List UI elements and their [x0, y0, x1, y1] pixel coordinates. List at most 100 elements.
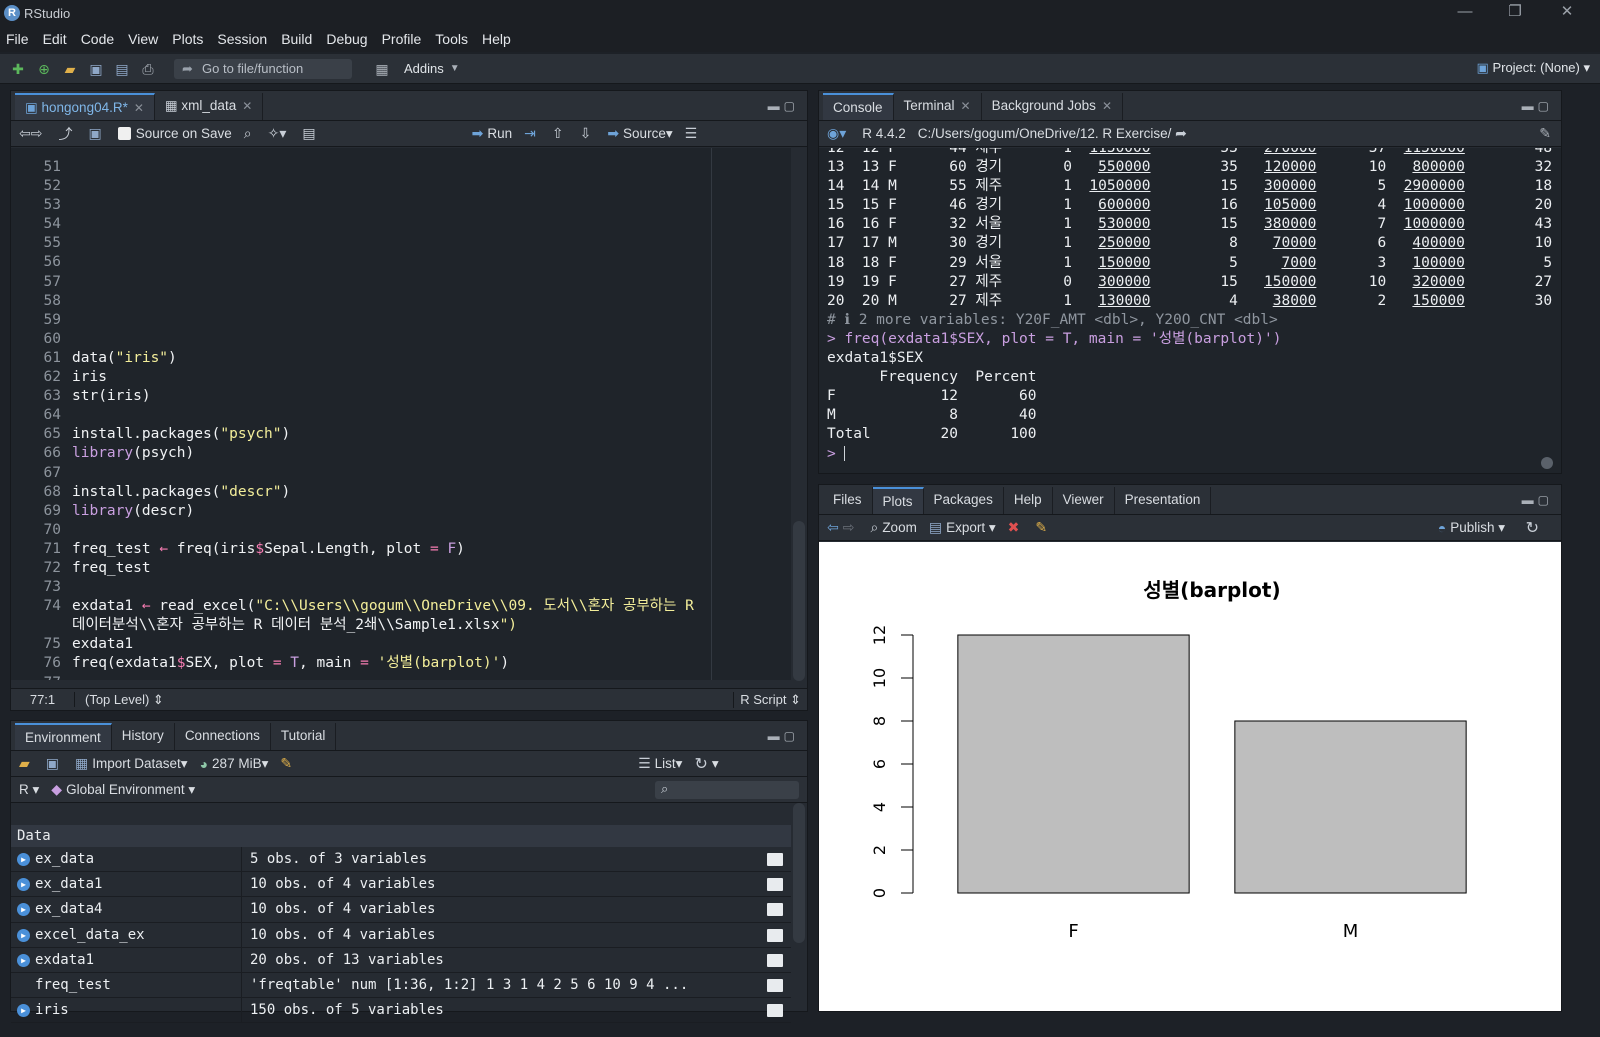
code-line[interactable]: exdata1 ← read_excel("C:\\Users\\gogum\\… — [72, 597, 694, 616]
refresh-icon[interactable]: ↻ ▾ — [694, 754, 718, 774]
tab-xml-data[interactable]: ▦ xml_data ✕ — [155, 93, 264, 120]
code-line[interactable]: 데이터분석\\혼자 공부하는 R 데이터 분석_2쇄\\Sample1.xlsx… — [72, 616, 694, 635]
save-icon[interactable]: ▣ — [86, 60, 106, 78]
tab-files[interactable]: Files — [823, 487, 873, 514]
code-line[interactable] — [72, 311, 694, 330]
pane-minmax-icon[interactable]: ▬▢ — [768, 729, 799, 743]
outline-icon[interactable]: ☰ — [685, 125, 702, 142]
menu-tools[interactable]: Tools — [435, 31, 468, 47]
memory-usage-button[interactable]: ◕ 287 MiB ▾ — [200, 756, 269, 772]
menu-plots[interactable]: Plots — [172, 31, 203, 47]
tab-presentation[interactable]: Presentation — [1115, 487, 1212, 514]
tab-viewer[interactable]: Viewer — [1053, 487, 1115, 514]
pane-minmax-icon[interactable]: ▬▢ — [768, 99, 799, 113]
environment-row[interactable]: ▶ ex_data 5 obs. of 3 variables — [11, 847, 791, 873]
expand-icon[interactable]: ▶ — [17, 878, 30, 892]
code-line[interactable]: library(psych) — [72, 444, 694, 463]
view-data-icon[interactable] — [767, 928, 783, 942]
menu-file[interactable]: File — [6, 31, 29, 47]
load-workspace-icon[interactable]: ▰ — [19, 755, 34, 772]
code-line[interactable]: freq_test ← freq(iris$Sepal.Length, plot… — [72, 540, 694, 559]
environment-row[interactable]: ▶ exdata1 20 obs. of 13 variables — [11, 947, 791, 973]
close-tab-icon[interactable]: ✕ — [1102, 99, 1112, 113]
refresh-plot-icon[interactable]: ↻ — [1526, 518, 1543, 538]
code-line[interactable] — [72, 234, 694, 253]
compile-report-icon[interactable]: ▤ — [302, 125, 319, 142]
code-line[interactable]: exdata1 — [72, 635, 694, 654]
menu-help[interactable]: Help — [482, 31, 511, 47]
clear-console-icon[interactable]: ✎ — [1539, 125, 1551, 142]
view-data-icon[interactable] — [767, 878, 783, 892]
menu-build[interactable]: Build — [281, 31, 312, 47]
minimize-button[interactable]: — — [1440, 0, 1490, 26]
language-selector[interactable]: R ▾ — [19, 782, 39, 798]
code-line[interactable]: iris — [72, 368, 694, 387]
view-data-icon[interactable] — [767, 853, 783, 866]
project-menu[interactable]: ▣ Project: (None) ▾ — [1477, 60, 1590, 76]
clear-plots-icon[interactable]: ✎ — [1035, 519, 1051, 536]
print-icon[interactable]: ⎙ — [138, 60, 158, 78]
code-line[interactable] — [72, 521, 694, 540]
code-line[interactable] — [72, 177, 694, 196]
code-line[interactable]: install.packages("descr") — [72, 483, 694, 502]
console-output[interactable]: 12 12 F 44 제주 1 1150000 53 270000 37 115… — [819, 148, 1561, 473]
tab-environment[interactable]: Environment — [15, 723, 112, 750]
save-all-icon[interactable]: ▤ — [112, 60, 132, 78]
environment-row[interactable]: ▶ ex_data1 10 obs. of 4 variables — [11, 872, 791, 898]
code-line[interactable] — [72, 253, 694, 272]
addins-menu[interactable]: Addins — [404, 61, 444, 76]
close-window-button[interactable]: ✕ — [1542, 0, 1592, 26]
source-button[interactable]: ➡ Source ▾ — [607, 125, 672, 142]
tab-console[interactable]: Console — [823, 93, 894, 120]
close-tab-icon[interactable]: ✕ — [242, 99, 252, 113]
code-tools-icon[interactable]: ✧▾ — [268, 125, 291, 142]
menu-code[interactable]: Code — [81, 31, 114, 47]
tab-terminal[interactable]: Terminal ✕ — [894, 93, 982, 120]
source-on-save-checkbox[interactable]: Source on Save — [117, 126, 232, 141]
code-line[interactable]: freq(exdata1$SEX, plot = T, main = '성별(b… — [72, 654, 694, 673]
expand-icon[interactable]: ▶ — [17, 1004, 30, 1018]
code-line[interactable] — [72, 215, 694, 234]
goto-file-input[interactable]: Go to file/function — [174, 58, 352, 79]
zoom-button[interactable]: ⌕ Zoom — [870, 519, 916, 536]
code-line[interactable] — [72, 196, 694, 215]
code-line[interactable] — [72, 406, 694, 425]
show-in-window-icon[interactable]: ⤴ — [58, 124, 76, 144]
back-forward-icon[interactable]: ⇦⇨ — [19, 125, 46, 142]
new-file-icon[interactable]: ✚ — [8, 60, 28, 78]
file-type-selector[interactable]: R Script ⇕ — [733, 691, 801, 708]
maximize-button[interactable]: ❐ — [1490, 0, 1540, 26]
environment-row[interactable]: freq_test 'freqtable' num [1:36, 1:2] 1 3… — [11, 972, 791, 999]
menu-edit[interactable]: Edit — [43, 31, 67, 47]
console-scroll-thumb[interactable] — [1541, 457, 1553, 469]
code-line[interactable] — [72, 464, 694, 483]
tab-history[interactable]: History — [112, 723, 175, 750]
view-data-icon[interactable] — [767, 953, 783, 967]
code-line[interactable]: str(iris) — [72, 387, 694, 406]
menu-view[interactable]: View — [128, 31, 158, 47]
code-line[interactable] — [72, 674, 694, 680]
import-dataset-button[interactable]: ▦ Import Dataset ▾ — [75, 755, 188, 772]
code-line[interactable] — [72, 158, 694, 177]
code-line[interactable]: freq_test — [72, 559, 694, 578]
view-data-icon[interactable] — [767, 903, 783, 917]
tab-connections[interactable]: Connections — [175, 723, 271, 750]
remove-plot-icon[interactable]: ✖ — [1008, 519, 1024, 536]
save-editor-icon[interactable]: ▣ — [88, 125, 105, 142]
publish-button[interactable]: ◓ Publish ▾ — [1438, 520, 1505, 536]
pane-minmax-icon[interactable]: ▬▢ — [1522, 493, 1553, 507]
environment-search-input[interactable]: ⌕ — [655, 781, 799, 799]
export-button[interactable]: ▤ Export ▾ — [929, 519, 996, 536]
environment-row[interactable]: ▶ iris 150 obs. of 5 variables — [11, 998, 791, 1024]
view-data-icon[interactable] — [767, 1004, 783, 1018]
code-line[interactable] — [72, 578, 694, 597]
code-area[interactable]: 51 52 53 54 55 56 57 58 59 60 61 62 63 64 65 66 67 68 69 70… — [11, 148, 791, 680]
expand-icon[interactable]: ▶ — [17, 928, 30, 942]
code-line[interactable]: data("iris") — [72, 349, 694, 368]
editor-scrollbar[interactable] — [793, 521, 805, 681]
environment-row[interactable]: ▶ excel_data_ex 10 obs. of 4 variables — [11, 922, 791, 948]
view-data-icon[interactable] — [767, 978, 783, 992]
code-line[interactable]: library(descr) — [72, 502, 694, 521]
run-button[interactable]: ➡ Run — [472, 125, 513, 142]
code-line[interactable] — [72, 273, 694, 292]
